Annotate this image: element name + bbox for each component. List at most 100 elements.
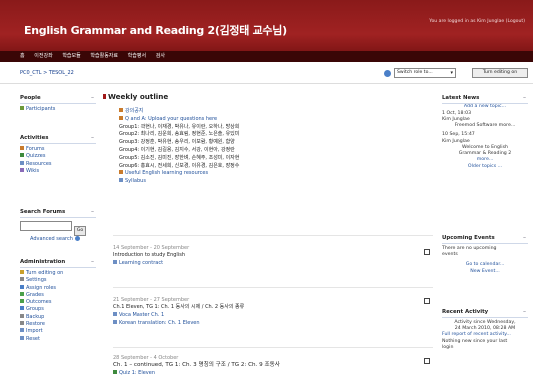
settings-icon [20,277,24,282]
groups-icon [20,306,24,311]
breadcrumb[interactable]: PC0_CTL > TESOL_22 [20,70,74,76]
announcements-link[interactable]: 강의공지 [113,108,433,116]
admin-settings-link[interactable]: Settings [20,277,96,284]
forum-icon [119,108,123,112]
collapse-icon[interactable]: – [91,134,94,141]
week-date: 21 September - 27 September [113,297,190,303]
events-text: events [442,252,458,258]
search-go-button[interactable]: Go [74,226,86,236]
admin-assign-roles-link[interactable]: Assign roles [20,284,96,292]
people-title: People [20,95,41,101]
switch-role-value: Switch role to... [397,70,433,75]
intro-section: 강의공지 Q and A: Upload your questions here… [113,108,433,236]
turn-editing-button[interactable]: Turn editing on [472,68,528,78]
quiz-link[interactable]: Quiz 1: Eleven [113,369,433,378]
week-date: 28 September - 4 October [113,355,179,361]
quiz-icon [20,153,24,158]
menu-item[interactable]: 이전강좌 [34,53,52,59]
wikis-link[interactable]: Wikis [20,167,96,175]
resources-link[interactable]: Resources [20,160,96,168]
quiz-icon [113,369,117,374]
resource-icon [20,160,24,165]
people-block: People – Participants [20,92,96,113]
collapse-icon[interactable]: – [523,234,526,241]
menu-item[interactable]: 검사 [156,53,165,59]
recent-activity-block: Recent Activity – Activity since Wednesd… [442,306,528,352]
backup-icon [20,313,24,318]
help-icon[interactable] [74,236,80,241]
admin-outcomes-link[interactable]: Outcomes [20,299,96,306]
section-marker [103,94,106,99]
collapse-icon[interactable]: – [523,94,526,101]
news-item-link[interactable]: Freemod Software more... [442,123,528,129]
week-summary: Ch.1 Eleven, TG 1: Ch. 1 동사의 시제 / Ch. 2 … [113,304,245,310]
forum-icon [119,115,123,120]
latest-news-title: Latest News [442,95,480,101]
week-summary: Introduction to study English [113,252,185,258]
menu-item[interactable]: 학습모듈 [62,53,80,59]
section-highlight-checkbox[interactable] [424,298,430,304]
admin-backup-link[interactable]: Backup [20,313,96,321]
week-section: 14 September - 20 September Introduction… [113,244,433,288]
login-info[interactable]: You are logged in as Kim Junglae (Logout… [429,19,525,24]
file-icon [113,259,117,264]
group-line: Group4: 이기현, 김길용, 김지수, 서강, 이현아, 강정란 [119,146,235,153]
course-title: English Grammar and Reading 2(김정태 교수님) [24,24,287,37]
top-menu: 홈 이전강좌 학습모듈 학습활동자료 학습평서 검사 [0,51,533,62]
grades-icon [20,291,24,296]
search-forums-block: Search Forums – Go Advanced search [20,206,96,243]
qna-forum-link[interactable]: Q and A: Upload your questions here [113,115,433,124]
admin-groups-link[interactable]: Groups [20,306,96,313]
admin-turn-editing-link[interactable]: Turn editing on [20,270,96,277]
forum-icon [119,170,123,175]
file-icon [113,311,117,316]
menu-item[interactable]: 학습활동자료 [90,53,118,59]
administration-title: Administration [20,259,66,265]
korean-translation-link[interactable]: Korean translation: Ch. 1 Eleven [113,319,433,328]
collapse-icon[interactable]: – [523,308,526,315]
latest-news-block: Latest News – Add a new topic... 1 Oct, … [442,92,528,171]
participants-link[interactable]: Participants [20,106,96,113]
advanced-search-link[interactable]: Advanced search [20,236,96,243]
recent-activity-title: Recent Activity [442,309,489,315]
learning-contract-link[interactable]: Learning contract [113,259,433,268]
section-highlight-checkbox[interactable] [424,358,430,364]
menu-home[interactable]: 홈 [20,53,25,59]
older-topics-link[interactable]: Older topics ... [442,164,528,171]
import-icon [20,328,24,333]
switch-role-select[interactable]: Switch role to... ▾ [394,68,456,78]
group-line: Group3: 강정훈, 박유현, 송우리, 이보람, 황예원, 함양 [119,139,235,146]
add-topic-link[interactable]: Add a new topic... [442,104,528,111]
voca-master-link[interactable]: Voca Master Ch. 1 [113,311,433,320]
collapse-icon[interactable]: – [91,208,94,215]
menu-item[interactable]: 학습평서 [128,53,146,59]
admin-import-link[interactable]: Import [20,328,96,335]
admin-restore-link[interactable]: Restore [20,321,96,328]
group-line: Group6: 홍효시, 전세희, 신보경, 이유경, 김은호, 장정수 [119,162,240,169]
resources-page-link[interactable]: Useful English learning resources [113,170,433,178]
header-banner: English Grammar and Reading 2(김정태 교수님) Y… [0,0,533,62]
week-section: 28 September - 4 October Ch. 1 – continu… [113,354,433,382]
new-event-link[interactable]: New Event... [442,269,528,276]
syllabus-link[interactable]: Syllabus [113,178,433,186]
reset-icon [20,335,24,340]
upcoming-events-title: Upcoming Events [442,235,495,241]
group-line: Group5: 김소진, 김미진, 장한벼, 손혜주, 조성미, 이자현 [119,154,240,161]
participants-icon [20,106,24,110]
collapse-icon[interactable]: – [91,94,94,101]
week-date: 14 September - 20 September [113,245,190,251]
search-input[interactable] [20,221,72,231]
quizzes-link[interactable]: Quizzes [20,153,96,160]
role-icon [384,70,391,77]
restore-icon [20,321,24,326]
navbar: PC0_CTL > TESOL_22 Switch role to... ▾ T… [0,62,533,84]
news-more-link[interactable]: more... [442,157,528,164]
search-forums-title: Search Forums [20,209,66,215]
admin-reset-link[interactable]: Reset [20,335,96,343]
wiki-icon [20,167,24,172]
admin-grades-link[interactable]: Grades [20,291,96,299]
forums-link[interactable]: Forums [20,146,96,153]
section-highlight-checkbox[interactable] [424,249,430,255]
weekly-outline-title: Weekly outline [108,92,169,101]
collapse-icon[interactable]: – [91,258,94,265]
